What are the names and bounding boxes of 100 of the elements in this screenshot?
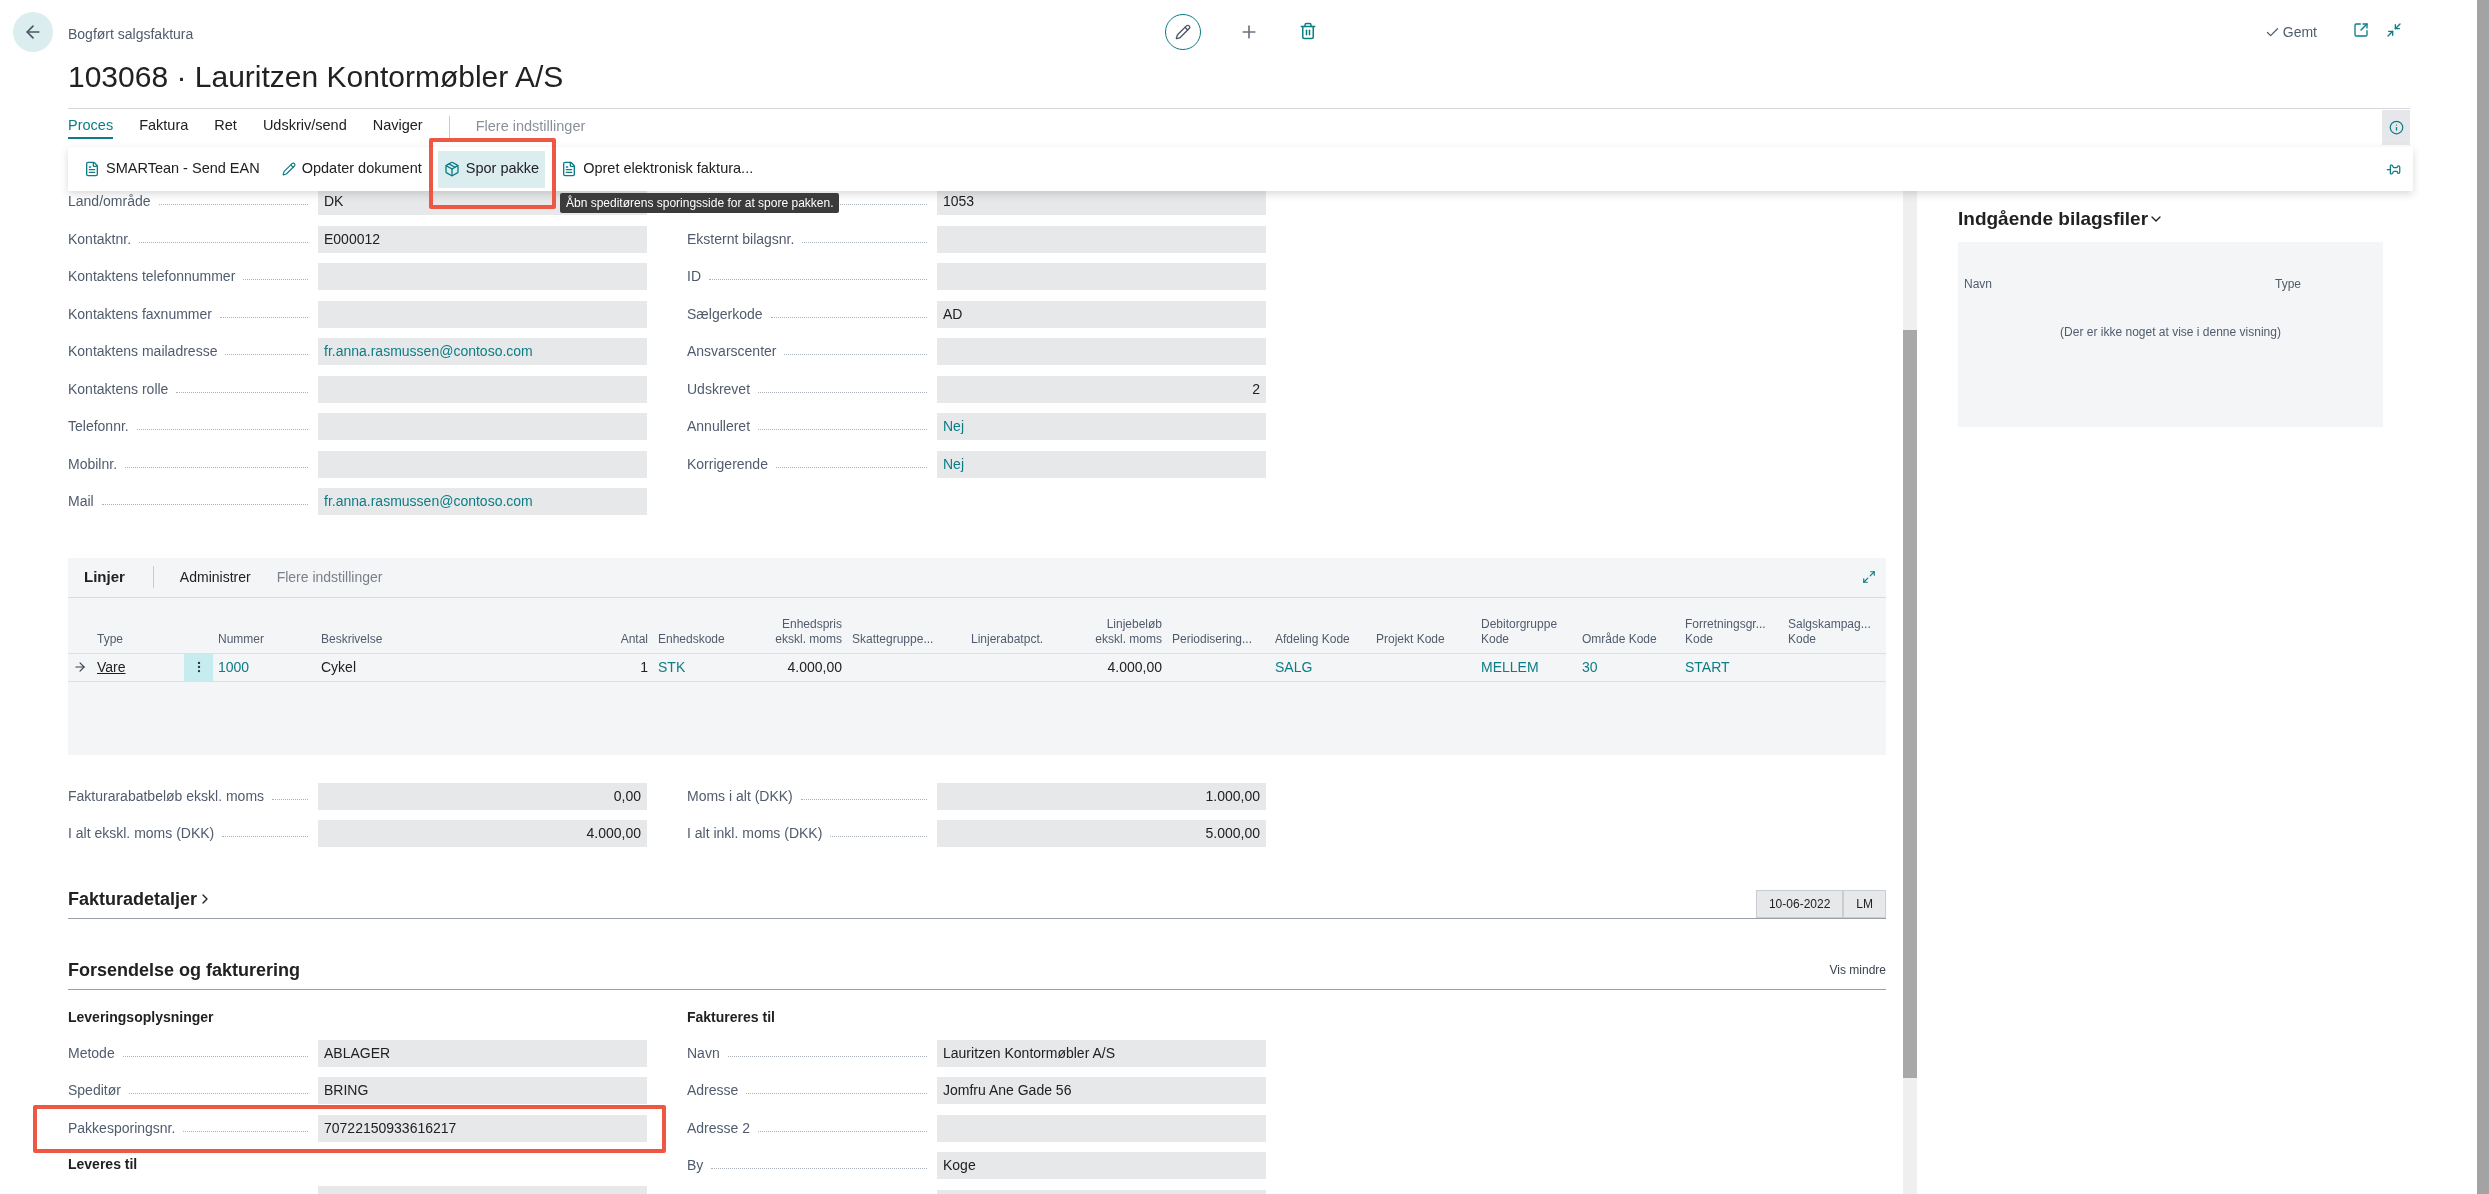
show-less-link[interactable]: Vis mindre	[1829, 961, 1886, 979]
field-label: Kontaktens mailadresse	[68, 342, 218, 362]
read-only-field[interactable]: fr.anna.rasmussen@contoso.com	[318, 488, 647, 516]
panel-title: Linjer	[84, 566, 125, 587]
menu-tab[interactable]: Ret	[214, 115, 237, 139]
read-only-field: E000012	[318, 225, 647, 253]
read-only-field[interactable]: fr.anna.rasmussen@contoso.com	[318, 338, 647, 366]
group-heading: Faktureres til	[687, 1008, 775, 1027]
table-cell[interactable]: STK	[658, 656, 686, 678]
column-header[interactable]: Afdeling Kode	[1275, 631, 1350, 647]
summary-tag: LM	[1843, 889, 1886, 918]
read-only-field: AD	[937, 300, 1266, 328]
scrollbar-thumb[interactable]	[1903, 330, 1917, 1078]
column-header: Navn	[1964, 275, 1993, 293]
menu-tab[interactable]: Naviger	[372, 115, 423, 139]
column-header[interactable]: Nummer	[218, 631, 264, 647]
read-only-field: 5.000,00	[937, 820, 1266, 848]
saved-status: Gemt	[2264, 22, 2317, 43]
column-header[interactable]: Antal	[620, 631, 648, 647]
open-new-window-icon[interactable]	[2353, 22, 2369, 38]
field-label: Sælgerkode	[687, 304, 763, 324]
column-header[interactable]: Beskrivelse	[321, 631, 383, 647]
empty-message: (Der er ikke noget at vise i denne visning)	[2060, 323, 2281, 341]
read-only-field: Koge	[937, 1152, 1266, 1180]
action-button[interactable]: Spor pakke	[437, 150, 546, 188]
document-icon	[561, 161, 578, 177]
collapse-icon[interactable]	[2386, 22, 2402, 38]
field-label: Mail	[68, 492, 94, 512]
field-label: Metode	[68, 1043, 115, 1063]
table-cell[interactable]: Vare	[97, 656, 126, 678]
field-label: Fakturarabatbeløb ekskl. moms	[68, 786, 265, 806]
read-only-field: Lauritzen Kontormøbler A/S	[937, 1039, 1266, 1067]
column-header[interactable]: Type	[97, 631, 123, 647]
column-header[interactable]: Salgskampag... Kode	[1788, 616, 1871, 647]
field-label: Mobilnr.	[68, 454, 118, 474]
menu-tab[interactable]: Udskriv/send	[262, 115, 347, 139]
group-heading: Leveres til	[68, 1154, 138, 1174]
table-cell[interactable]: 30	[1582, 656, 1598, 678]
field-label: By	[687, 1156, 704, 1176]
section-heading: Forsendelse og fakturering	[68, 958, 301, 982]
field-label: Pakkesporingsnr.	[68, 1118, 176, 1138]
table-cell[interactable]: 1000	[218, 656, 250, 678]
field-label: Annulleret	[687, 417, 751, 437]
read-only-field: ABLAGER	[318, 1039, 647, 1067]
field-label: Korrigerende	[687, 454, 768, 474]
column-header[interactable]: Enhedspris ekskl. moms	[775, 616, 842, 647]
table-cell-text: 4.000,00	[1107, 657, 1162, 677]
action-button[interactable]: Opdater dokument	[275, 150, 428, 188]
menu-tab[interactable]: Proces	[68, 115, 114, 139]
expand-icon[interactable]	[1862, 570, 1876, 584]
page-title: 103068 · Lauritzen Kontormøbler A/S	[68, 59, 564, 95]
action-button[interactable]: Opret elektronisk faktura...	[555, 150, 760, 188]
read-only-field: 1.000,00	[937, 782, 1266, 810]
document-icon	[84, 161, 100, 177]
read-only-field: 2	[937, 375, 1266, 403]
column-header[interactable]: Debitorgruppe Kode	[1481, 616, 1558, 647]
action-button[interactable]: SMARTean - Send EAN	[78, 150, 266, 188]
tooltip: Åbn speditørens sporingsside for at spore pakken.	[560, 193, 840, 213]
pencil-icon	[1175, 24, 1191, 40]
column-header[interactable]: Forretningsgr... Kode	[1685, 616, 1766, 647]
field-label: Land/område	[68, 192, 151, 212]
menu-tab[interactable]: Faktura	[139, 115, 189, 139]
column-header: Type	[2275, 275, 2301, 293]
read-only-field[interactable]: Nej	[937, 450, 1266, 478]
column-header[interactable]: Periodisering...	[1172, 631, 1253, 647]
column-header[interactable]: Projekt Kode	[1376, 631, 1445, 647]
field-label: Kontaktens faxnummer	[68, 304, 212, 324]
back-button[interactable]	[13, 12, 53, 52]
read-only-field[interactable]: Nej	[937, 413, 1266, 441]
column-header[interactable]: Linjebeløb ekskl. moms	[1095, 616, 1162, 647]
field-label: Kontaktens telefonnummer	[68, 267, 236, 287]
scrollbar[interactable]	[2477, 0, 2489, 1194]
delete-icon[interactable]	[1299, 22, 1317, 40]
package-icon	[443, 161, 460, 177]
factbox-title[interactable]: Indgående bilagsfiler	[1958, 205, 2165, 234]
table-cell-text: 1	[640, 657, 648, 677]
info-button[interactable]	[2382, 109, 2410, 145]
column-header[interactable]: Område Kode	[1582, 631, 1657, 647]
field-label: Adresse 2	[687, 1118, 751, 1138]
section-heading[interactable]: Fakturadetaljer	[68, 885, 214, 913]
read-only-field: 0,00	[318, 782, 647, 810]
table-cell[interactable]: MELLEM	[1481, 656, 1539, 678]
group-heading: Leveringsoplysninger	[68, 1008, 214, 1027]
field-label: Eksternt bilagsnr.	[687, 229, 795, 249]
info-icon	[2388, 119, 2404, 135]
column-header[interactable]: Enhedskode	[658, 631, 725, 647]
field-label: I alt inkl. moms (DKK)	[687, 824, 823, 844]
read-only-field: 4.000,00	[318, 820, 647, 848]
column-header[interactable]: Linjerabatpct.	[971, 631, 1044, 647]
field-label: I alt ekskl. moms (DKK)	[68, 824, 215, 844]
column-header[interactable]: Skattegruppe...	[852, 631, 934, 647]
field-label: Moms i alt (DKK)	[687, 786, 793, 806]
table-cell[interactable]: START	[1685, 656, 1730, 678]
field-label: Kontaktnr.	[68, 229, 132, 249]
table-cell[interactable]: SALG	[1275, 656, 1313, 678]
field-label: Navn	[687, 1043, 720, 1063]
field-label: Udskrevet	[687, 379, 751, 399]
panel-action[interactable]: Administrer	[179, 566, 251, 588]
field-label: Kontaktens rolle	[68, 379, 169, 399]
pin-icon[interactable]	[2386, 161, 2401, 177]
